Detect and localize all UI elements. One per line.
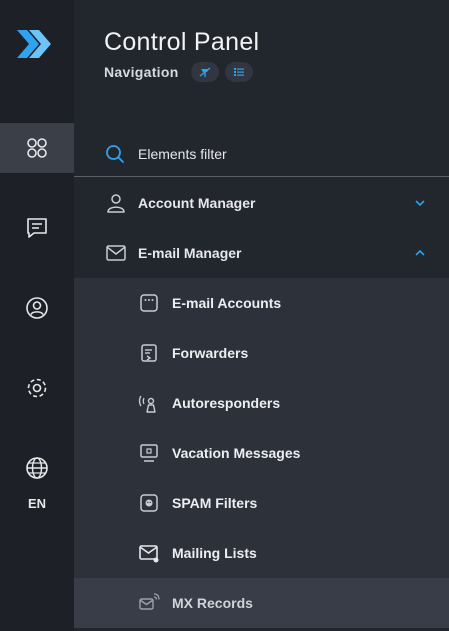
submenu-item-label: MX Records (172, 595, 253, 611)
page-title: Control Panel (104, 28, 260, 56)
mailing-list-icon (139, 545, 159, 563)
submenu-item-label: Forwarders (172, 345, 249, 361)
submenu-item-label: E-mail Accounts (172, 295, 282, 311)
user-circle-icon (26, 297, 48, 319)
filter-placeholder: Elements filter (138, 145, 227, 162)
icon-rail: EN (0, 0, 74, 631)
submenu-item-forwarders[interactable]: Forwarders (74, 328, 449, 378)
submenu-item-mx-records[interactable]: MX Records (74, 578, 449, 628)
mx-record-icon (139, 593, 160, 610)
submenu-item-mailing-lists[interactable]: Mailing Lists (74, 528, 449, 578)
submenu-item-label: Vacation Messages (172, 445, 301, 461)
chevron-down-icon[interactable] (413, 196, 427, 210)
menu-group-account-manager[interactable]: Account Manager (74, 178, 449, 228)
envelope-icon (106, 245, 126, 261)
mailbox-icon (140, 294, 158, 312)
rail-settings-button[interactable] (0, 363, 74, 413)
list-view-button[interactable] (224, 62, 253, 82)
submenu-item-label: Autoresponders (172, 395, 281, 411)
panel-header: Control Panel Navigation (74, 0, 449, 123)
search-icon (106, 144, 124, 163)
rail-chat-button[interactable] (0, 203, 74, 253)
chevron-up-icon[interactable] (413, 246, 427, 260)
submenu-item-vacation-messages[interactable]: Vacation Messages (74, 428, 449, 478)
submenu-item-spam-filters[interactable]: SPAM Filters (74, 478, 449, 528)
broadcast-person-icon (138, 395, 156, 413)
globe-icon (26, 457, 48, 479)
menu-group-email-manager[interactable]: E-mail Manager (74, 228, 449, 278)
settings-gear-icon (27, 378, 47, 398)
elements-filter[interactable]: Elements filter (74, 131, 449, 177)
navigation-label: Navigation (104, 64, 179, 80)
rail-user-button[interactable] (0, 283, 74, 333)
monitor-icon (140, 444, 158, 462)
navigation-row: Navigation (104, 62, 259, 82)
brand-logo-icon[interactable] (14, 24, 54, 64)
pin-off-icon (199, 67, 211, 77)
unpin-button[interactable] (190, 62, 219, 82)
submenu-item-autoresponders[interactable]: Autoresponders (74, 378, 449, 428)
menu-group-label: Account Manager (138, 195, 256, 211)
submenu-item-label: Mailing Lists (172, 545, 257, 561)
spam-filter-icon (140, 494, 158, 512)
person-icon (107, 194, 125, 213)
submenu-item-label: SPAM Filters (172, 495, 258, 511)
chat-icon (27, 218, 47, 238)
rail-apps-button[interactable] (0, 123, 74, 173)
apps-grid-icon (27, 138, 47, 158)
language-code[interactable]: EN (0, 496, 74, 511)
menu-group-label: E-mail Manager (138, 245, 242, 261)
submenu-item-email-accounts[interactable]: E-mail Accounts (74, 278, 449, 328)
navigation-menu: Elements filter Account Manager E-mail M… (74, 123, 449, 631)
list-icon (233, 68, 244, 76)
forward-mail-icon (141, 344, 157, 362)
rail-language-button[interactable] (0, 443, 74, 493)
